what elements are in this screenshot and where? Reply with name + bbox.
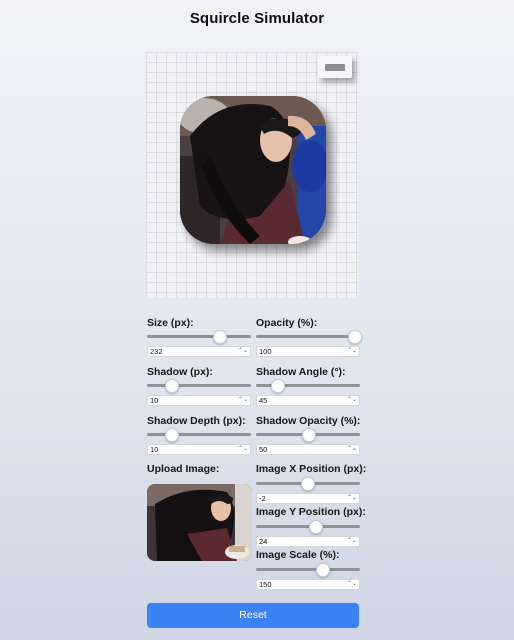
shadow-opacity-input[interactable]: 50 ⌃⌄ xyxy=(256,444,360,455)
shadow-depth-slider-track xyxy=(147,433,251,436)
shadow-angle-label: Shadow Angle (°): xyxy=(256,366,346,378)
shadow-input[interactable]: 10 ⌃⌄ xyxy=(147,395,251,406)
shadow-label: Shadow (px): xyxy=(147,366,213,378)
uploaded-image-preview[interactable] xyxy=(147,484,252,561)
opacity-slider[interactable] xyxy=(256,330,362,344)
image-y-input[interactable]: 24 ⌃⌄ xyxy=(256,536,360,547)
shadow-angle-input[interactable]: 45 ⌃⌄ xyxy=(256,395,360,406)
image-x-label: Image X Position (px): xyxy=(256,463,367,475)
stepper-icon[interactable]: ⌃⌄ xyxy=(347,494,357,503)
image-y-slider-thumb[interactable] xyxy=(309,520,324,534)
stepper-icon[interactable]: ⌃⌄ xyxy=(238,347,248,356)
preview-photo xyxy=(180,96,326,244)
shadow-depth-slider-thumb[interactable] xyxy=(165,428,180,442)
opacity-slider-thumb[interactable] xyxy=(348,330,362,344)
size-label: Size (px): xyxy=(147,317,194,329)
size-slider[interactable] xyxy=(147,330,251,344)
grid-toggle-button[interactable] xyxy=(318,56,352,78)
size-input[interactable]: 232 ⌃⌄ xyxy=(147,346,251,357)
stepper-icon[interactable]: ⌃⌄ xyxy=(347,445,357,454)
stepper-icon[interactable]: ⌃⌄ xyxy=(347,396,357,405)
image-scale-slider-track xyxy=(256,568,360,571)
shadow-depth-label: Shadow Depth (px): xyxy=(147,415,246,427)
page-title: Squircle Simulator xyxy=(189,10,325,27)
size-slider-track xyxy=(147,335,251,338)
image-y-label: Image Y Position (px): xyxy=(256,506,366,518)
opacity-label: Opacity (%): xyxy=(256,317,318,329)
image-y-slider-track xyxy=(256,525,360,528)
shadow-depth-input[interactable]: 10 ⌃⌄ xyxy=(147,444,251,455)
reset-button[interactable]: Reset xyxy=(147,603,359,628)
opacity-input[interactable]: 100 ⌃⌄ xyxy=(256,346,360,357)
squircle-preview xyxy=(180,96,326,244)
shadow-angle-slider[interactable] xyxy=(256,379,360,393)
shadow-opacity-slider[interactable] xyxy=(256,428,360,442)
size-slider-thumb[interactable] xyxy=(213,330,228,344)
image-x-input[interactable]: -2 ⌃⌄ xyxy=(256,493,360,504)
stepper-icon[interactable]: ⌃⌄ xyxy=(347,580,357,589)
image-scale-label: Image Scale (%): xyxy=(256,549,340,561)
shadow-opacity-label: Shadow Opacity (%): xyxy=(256,415,361,427)
image-y-slider[interactable] xyxy=(256,520,360,534)
shadow-slider-thumb[interactable] xyxy=(165,379,180,393)
image-x-slider[interactable] xyxy=(256,477,360,491)
stepper-icon[interactable]: ⌃⌄ xyxy=(347,347,357,356)
shadow-depth-slider[interactable] xyxy=(147,428,251,442)
shadow-slider-track xyxy=(147,384,251,387)
upload-image-label: Upload Image: xyxy=(147,463,220,475)
stepper-icon[interactable]: ⌃⌄ xyxy=(238,445,248,454)
uploaded-photo xyxy=(147,484,252,561)
image-scale-slider-thumb[interactable] xyxy=(315,563,330,577)
stepper-icon[interactable]: ⌃⌄ xyxy=(347,537,357,546)
stepper-icon[interactable]: ⌃⌄ xyxy=(238,396,248,405)
shadow-angle-slider-thumb[interactable] xyxy=(270,379,285,393)
image-scale-slider[interactable] xyxy=(256,563,360,577)
image-scale-input[interactable]: 150 ⌃⌄ xyxy=(256,579,360,590)
shadow-opacity-slider-thumb[interactable] xyxy=(302,428,316,442)
image-x-slider-thumb[interactable] xyxy=(301,477,316,491)
shadow-slider[interactable] xyxy=(147,379,251,393)
toggle-bar-icon xyxy=(325,64,345,71)
opacity-slider-track xyxy=(256,335,360,338)
